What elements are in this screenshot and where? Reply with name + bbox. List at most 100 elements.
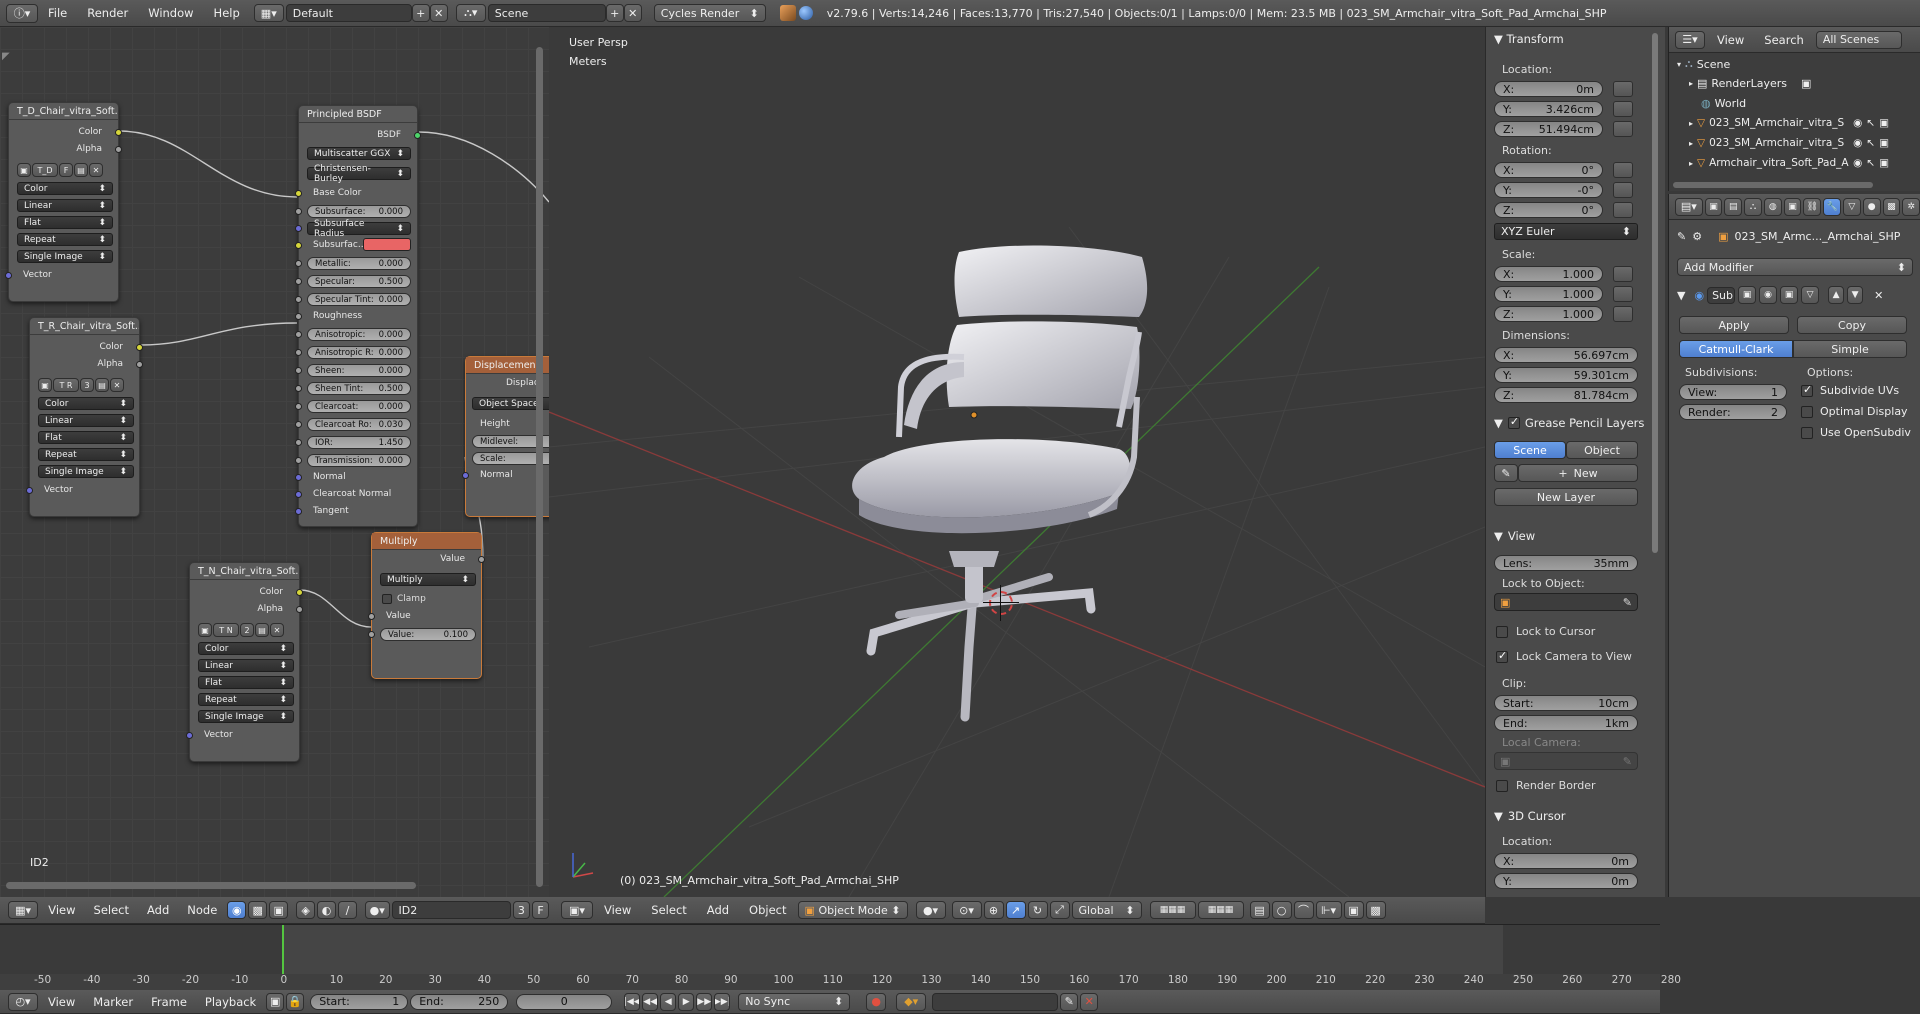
outliner-item-scene[interactable]: ▾ ⛬ Scene (1677, 57, 1730, 71)
add-scene-icon[interactable]: + (605, 4, 624, 22)
anisotropic-field[interactable]: Anisotropic: 0.000 (307, 328, 411, 341)
auto-keying-icon[interactable]: ● (866, 992, 887, 1011)
grease-pencil-new-button[interactable]: + New (1518, 464, 1638, 482)
line-style-icon[interactable]: ∕ (337, 901, 357, 919)
render-engine-select[interactable]: Cycles Render ⬍ (653, 4, 766, 22)
node-editor[interactable]: T_D_Chair_vitra_Soft... Color Alpha ▣ T_… (0, 27, 549, 897)
keying-set-field[interactable] (932, 992, 1059, 1011)
interaction-mode-select[interactable]: ▣ Object Mode ⬍ (797, 901, 908, 919)
node-title[interactable]: Principled BSDF (299, 106, 417, 123)
projection-select[interactable]: Flat ⬍ (17, 216, 113, 229)
users-count-button[interactable]: 2 (240, 623, 254, 637)
delete-keyframe-icon[interactable]: ✕ (1080, 992, 1099, 1011)
outliner-hscroll[interactable] (1673, 182, 1873, 188)
anisotropic-rotation-field[interactable]: Anisotropic R: 0.000 (307, 346, 411, 359)
unlink-icon[interactable]: ✕ (110, 378, 124, 392)
subsurface-socket[interactable] (295, 208, 302, 215)
subdiv-render-field[interactable]: Render: 2 (1679, 404, 1787, 420)
modifier-header[interactable]: ▼ ◉ Sub ▣ ◉ ▣ ▽ ▲ ▼ ✕ (1677, 284, 1913, 306)
clamp-checkbox[interactable]: Clamp (382, 594, 426, 604)
anisotropic-rotation-socket[interactable] (295, 349, 302, 356)
timeline[interactable]: -50 -40 -30 -20 -10 0 10 20 30 40 50 60 70 80 90 100 110… (0, 924, 1681, 990)
play-reverse-icon[interactable]: ◀ (660, 992, 677, 1011)
grease-pencil-scene-tab[interactable]: Scene (1494, 441, 1566, 459)
value-input-socket[interactable] (368, 613, 375, 620)
ior-socket[interactable] (295, 439, 302, 446)
subsurface-field[interactable]: Subsurface: 0.000 (307, 205, 411, 218)
timeline-editor-type-icon[interactable]: ◴▾ (8, 992, 38, 1011)
opengl-render-icon[interactable]: ▣ (1343, 901, 1364, 919)
color-space-select[interactable]: Color ⬍ (198, 642, 294, 655)
lock-rotation-z-icon[interactable] (1613, 202, 1633, 218)
jump-start-icon[interactable]: |◀◀ (624, 992, 641, 1011)
specular-tint-socket[interactable] (295, 296, 302, 303)
render-camera-icon[interactable]: ▣ (1879, 137, 1889, 149)
math-multiply-node[interactable]: Multiply Value Multiply ⬍ Clamp Value Val… (368, 532, 485, 679)
visibility-eye-icon[interactable]: ◉ (1853, 137, 1862, 149)
subsurface-color-swatch[interactable] (363, 238, 411, 251)
menu-view[interactable]: View (595, 903, 640, 917)
outliner-menu-view[interactable]: View (1709, 33, 1752, 47)
outliner-display-mode-select[interactable]: All Scenes (1815, 30, 1902, 49)
open-folder-icon[interactable]: ▤ (95, 378, 109, 392)
source-select[interactable]: Single Image ⬍ (17, 250, 113, 263)
scene-tab-icon[interactable]: ⛬ (1744, 197, 1762, 216)
copy-button[interactable]: Copy (1797, 316, 1907, 334)
pin-icon[interactable]: ✎ (1677, 230, 1686, 243)
fake-user-button[interactable]: F (59, 163, 73, 177)
menu-window[interactable]: Window (138, 6, 203, 20)
outliner-item-world[interactable]: ◍ World (1689, 97, 1746, 110)
source-select[interactable]: Single Image ⬍ (38, 465, 134, 478)
render-layers-tab-icon[interactable]: ▤ (1724, 197, 1743, 216)
rotation-z-field[interactable]: Z: 0° (1494, 202, 1603, 218)
clearcoat-roughness-socket[interactable] (295, 421, 302, 428)
shader-nodes-icon[interactable]: ◉ (227, 901, 247, 919)
subsurface-method-select[interactable]: Christensen-Burley ⬍ (307, 164, 411, 184)
subsurface-radius-socket[interactable] (295, 225, 302, 232)
lock-range-icon[interactable]: 🔒 (286, 992, 305, 1011)
sheen-field[interactable]: Sheen: 0.000 (307, 364, 411, 377)
lock-rotation-x-icon[interactable] (1613, 162, 1633, 178)
menu-add[interactable]: Add (698, 903, 738, 917)
cage-toggle-icon[interactable]: ▽ (1801, 286, 1820, 304)
lock-rotation-y-icon[interactable] (1613, 182, 1633, 198)
editor-type-node-icon[interactable]: ▦▾ (8, 901, 39, 919)
dimension-y-field[interactable]: Y: 59.301cm (1494, 367, 1638, 383)
node-title[interactable]: T_D_Chair_vitra_Soft... (9, 103, 118, 120)
color-output-socket[interactable] (115, 129, 122, 136)
info-editor-type-button[interactable]: ⓘ▾ (6, 3, 38, 23)
collapse-arrow-icon[interactable]: ▼ (1677, 289, 1685, 302)
eyedropper-icon[interactable]: ✎ (1623, 596, 1632, 609)
3d-cursor-icon[interactable] (989, 591, 1013, 615)
properties-editor-type-icon[interactable]: ▤▾ (1675, 197, 1703, 216)
snap-element-icon[interactable]: ⊩▾ (1315, 901, 1342, 919)
jump-keyframe-back-icon[interactable]: ◀◀ (642, 992, 659, 1011)
world-shader-icon[interactable]: ◐ (317, 901, 336, 919)
timeline-menu-view[interactable]: View (40, 995, 83, 1009)
object-shader-icon[interactable]: ◈ (296, 901, 316, 919)
editmode-toggle-icon[interactable]: ▣ (1780, 286, 1799, 304)
render-tab-icon[interactable]: ▣ (1704, 197, 1723, 216)
manipulator-toggle-icon[interactable]: ⊕ (983, 901, 1004, 919)
render-border-checkbox[interactable]: Render Border (1496, 779, 1596, 792)
add-modifier-select[interactable]: Add Modifier ⬍ (1677, 258, 1913, 276)
base-color-socket[interactable] (295, 190, 302, 197)
menu-render[interactable]: Render (77, 6, 138, 20)
node-title[interactable]: Multiply (372, 533, 481, 550)
metallic-field[interactable]: Metallic: 0.000 (307, 257, 411, 270)
normal-input-socket[interactable] (462, 472, 469, 479)
alpha-output-socket[interactable] (136, 361, 143, 368)
image-name-field[interactable]: T N (213, 623, 239, 637)
image-datablock-row[interactable]: ▣ T N 2 ▤ ✕ (198, 623, 284, 637)
layout-name-field[interactable]: Default (285, 4, 412, 22)
3d-viewport[interactable]: User Persp Meters (0) 023_SM_Armchair_vi… (549, 27, 1485, 897)
clearcoat-roughness-field[interactable]: Clearcoat Ro: 0.030 (307, 418, 411, 431)
remove-modifier-icon[interactable]: ✕ (1874, 289, 1883, 302)
layout-screen-icon[interactable]: ▦▾ (253, 4, 284, 22)
timeline-menu-playback[interactable]: Playback (197, 995, 264, 1009)
viewport-shading-icon[interactable]: ●▾ (915, 901, 946, 919)
vector-input-socket[interactable] (186, 732, 193, 739)
lock-object-field[interactable]: ▣ ✎ (1494, 593, 1638, 611)
render-toggle-icon[interactable]: ▣ (1738, 286, 1757, 304)
lock-layers-icon[interactable]: ▤ (1249, 901, 1270, 919)
